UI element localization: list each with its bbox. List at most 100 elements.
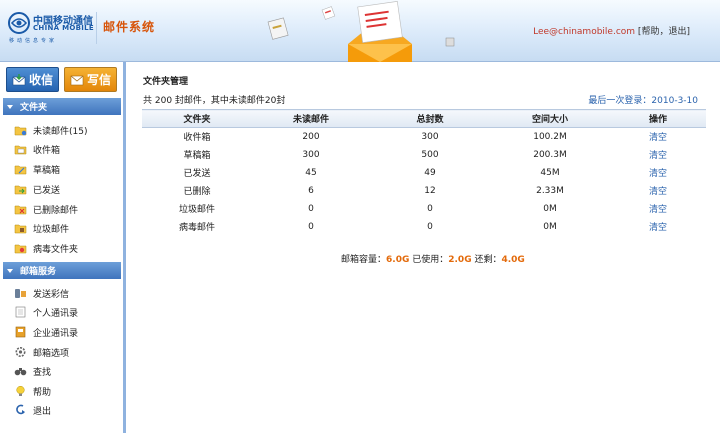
write-label: 写信 xyxy=(86,73,111,87)
sent-folder-icon xyxy=(14,185,27,195)
receive-mail-button[interactable]: 收信 xyxy=(6,67,59,92)
column-header-action: 操作 xyxy=(610,109,706,128)
cell-folder: 病毒邮件 xyxy=(178,223,215,233)
service-item-company-contacts[interactable]: 企业通讯录 xyxy=(14,324,78,340)
cell-folder: 收件箱 xyxy=(183,133,211,144)
write-mail-button[interactable]: 写信 xyxy=(64,67,117,92)
mail-summary: 共 200 封邮件，其中未读邮件20封 xyxy=(143,96,286,106)
clear-folder-link[interactable]: 清空 xyxy=(610,200,706,218)
service-item-label: 退出 xyxy=(33,406,52,417)
folder-item-label: 垃圾邮件 xyxy=(33,224,70,235)
cell-total: 0 xyxy=(427,203,433,214)
service-item-label: 查找 xyxy=(33,367,52,378)
table-row: 已发送 45 49 45M 清空 xyxy=(142,164,706,182)
clear-folder-link[interactable]: 清空 xyxy=(610,128,706,146)
help-link[interactable]: 帮助 xyxy=(641,27,659,37)
clear-folder-link[interactable]: 清空 xyxy=(610,146,706,164)
cell-total: 49 xyxy=(424,167,436,178)
company-book-icon xyxy=(15,326,26,338)
main-content: 文件夹管理 共 200 封邮件，其中未读邮件20封 最后一次登录：2010-3-… xyxy=(130,62,720,433)
service-item-help[interactable]: 帮助 xyxy=(14,383,51,399)
mms-icon xyxy=(15,289,26,298)
service-item-personal-contacts[interactable]: 个人通讯录 xyxy=(14,304,78,320)
folder-item-unread[interactable]: 未读邮件(15) xyxy=(14,122,87,138)
table-row: 垃圾邮件 0 0 0M 清空 xyxy=(142,200,706,218)
service-item-logout[interactable]: 退出 xyxy=(14,402,51,418)
table-row: 病毒邮件 0 0 0M 清空 xyxy=(142,218,706,236)
last-login-text: 最后一次登录：2010-3-10 xyxy=(588,96,698,106)
cell-total: 500 xyxy=(421,149,439,160)
mailbox-capacity: 邮箱容量：6.0G 已使用：2.0G 还剩：4.0G xyxy=(341,252,525,265)
column-header-unread: 未读邮件 xyxy=(252,109,370,128)
folder-item-deleted[interactable]: 已删除邮件 xyxy=(14,201,78,217)
service-item-mms[interactable]: 发送彩信 xyxy=(14,285,69,301)
logout-link[interactable]: 退出 xyxy=(668,27,686,37)
logo-slogan: 移动信息专家 xyxy=(9,38,58,44)
folders-section-header[interactable]: 文件夹 xyxy=(3,98,121,115)
folder-item-inbox[interactable]: 收件箱 xyxy=(14,141,60,157)
folder-item-sent[interactable]: 已发送 xyxy=(14,181,60,197)
clear-folder-link[interactable]: 清空 xyxy=(610,182,706,200)
china-mobile-logo-icon xyxy=(8,12,30,34)
user-email: Lee@chinamobile.com xyxy=(533,27,636,37)
sidebar: 收信 写信 文件夹 未读邮件(15) 收件箱 草稿箱 已发送 已删除邮件 垃圾邮 xyxy=(0,62,126,433)
remain-value: 4.0G xyxy=(501,255,525,265)
cell-size: 2.33M xyxy=(536,185,564,196)
folder-item-label: 收件箱 xyxy=(33,145,61,156)
cell-unread: 300 xyxy=(302,149,320,160)
capacity-value: 6.0G xyxy=(386,255,410,265)
cell-folder: 草稿箱 xyxy=(183,151,211,161)
collapse-triangle-icon xyxy=(7,104,13,109)
address-book-icon xyxy=(15,306,26,318)
service-item-label: 发送彩信 xyxy=(33,289,70,300)
spam-folder-icon xyxy=(14,224,27,234)
cell-size: 200.3M xyxy=(533,149,567,160)
column-header-total: 总封数 xyxy=(370,109,490,128)
column-header-size: 空间大小 xyxy=(490,109,610,128)
cell-unread: 0 xyxy=(308,221,314,232)
envelope-banner-icon xyxy=(267,1,455,62)
clear-folder-link[interactable]: 清空 xyxy=(610,164,706,182)
service-item-label: 企业通讯录 xyxy=(33,328,79,339)
china-mobile-logo: 中国移动通信 CHINA MOBILE 移动信息专家 xyxy=(8,10,98,46)
folder-item-virus[interactable]: 病毒文件夹 xyxy=(14,240,78,256)
clear-folder-link[interactable]: 清空 xyxy=(610,218,706,236)
folder-item-label: 草稿箱 xyxy=(33,165,61,176)
remain-label: 还剩： xyxy=(474,255,502,265)
cell-size: 0M xyxy=(543,221,557,232)
collapse-triangle-icon xyxy=(7,268,13,273)
service-item-search[interactable]: 查找 xyxy=(14,363,51,379)
folder-item-label: 病毒文件夹 xyxy=(33,244,79,255)
column-header-folder: 文件夹 xyxy=(142,109,252,128)
used-value: 2.0G xyxy=(448,255,472,265)
services-section-title: 邮箱服务 xyxy=(20,267,57,277)
services-section-header[interactable]: 邮箱服务 xyxy=(3,262,121,279)
logo-english-text: CHINA MOBILE xyxy=(33,24,95,32)
cell-size: 0M xyxy=(543,203,557,214)
receive-arrow-icon xyxy=(12,73,26,85)
exit-arrow-icon xyxy=(16,404,25,415)
capacity-label: 邮箱容量： xyxy=(341,255,387,265)
page-title: 文件夹管理 xyxy=(143,77,189,87)
folder-table: 文件夹 未读邮件 总封数 空间大小 操作 收件箱 200 300 100.2M … xyxy=(142,109,706,236)
table-row: 草稿箱 300 500 200.3M 清空 xyxy=(142,146,706,164)
folder-item-spam[interactable]: 垃圾邮件 xyxy=(14,220,69,236)
cell-folder: 已发送 xyxy=(183,169,211,179)
deleted-folder-icon xyxy=(14,205,27,215)
compose-buttons: 收信 写信 xyxy=(6,67,122,95)
binoculars-icon xyxy=(14,368,27,376)
help-bulb-icon xyxy=(16,385,25,396)
service-item-label: 帮助 xyxy=(33,387,52,398)
service-item-label: 个人通讯录 xyxy=(33,308,79,319)
cell-folder: 垃圾邮件 xyxy=(178,205,215,215)
service-item-mailbox-options[interactable]: 邮箱选项 xyxy=(14,344,69,360)
cell-total: 0 xyxy=(427,221,433,232)
cell-size: 45M xyxy=(540,167,560,178)
header-divider xyxy=(96,12,97,44)
receive-label: 收信 xyxy=(28,73,53,87)
write-envelope-icon xyxy=(70,75,84,85)
folder-item-drafts[interactable]: 草稿箱 xyxy=(14,161,60,177)
cell-folder: 已删除 xyxy=(183,187,211,197)
folder-item-label: 已发送 xyxy=(33,185,61,196)
bracket-close: ] xyxy=(686,27,690,37)
